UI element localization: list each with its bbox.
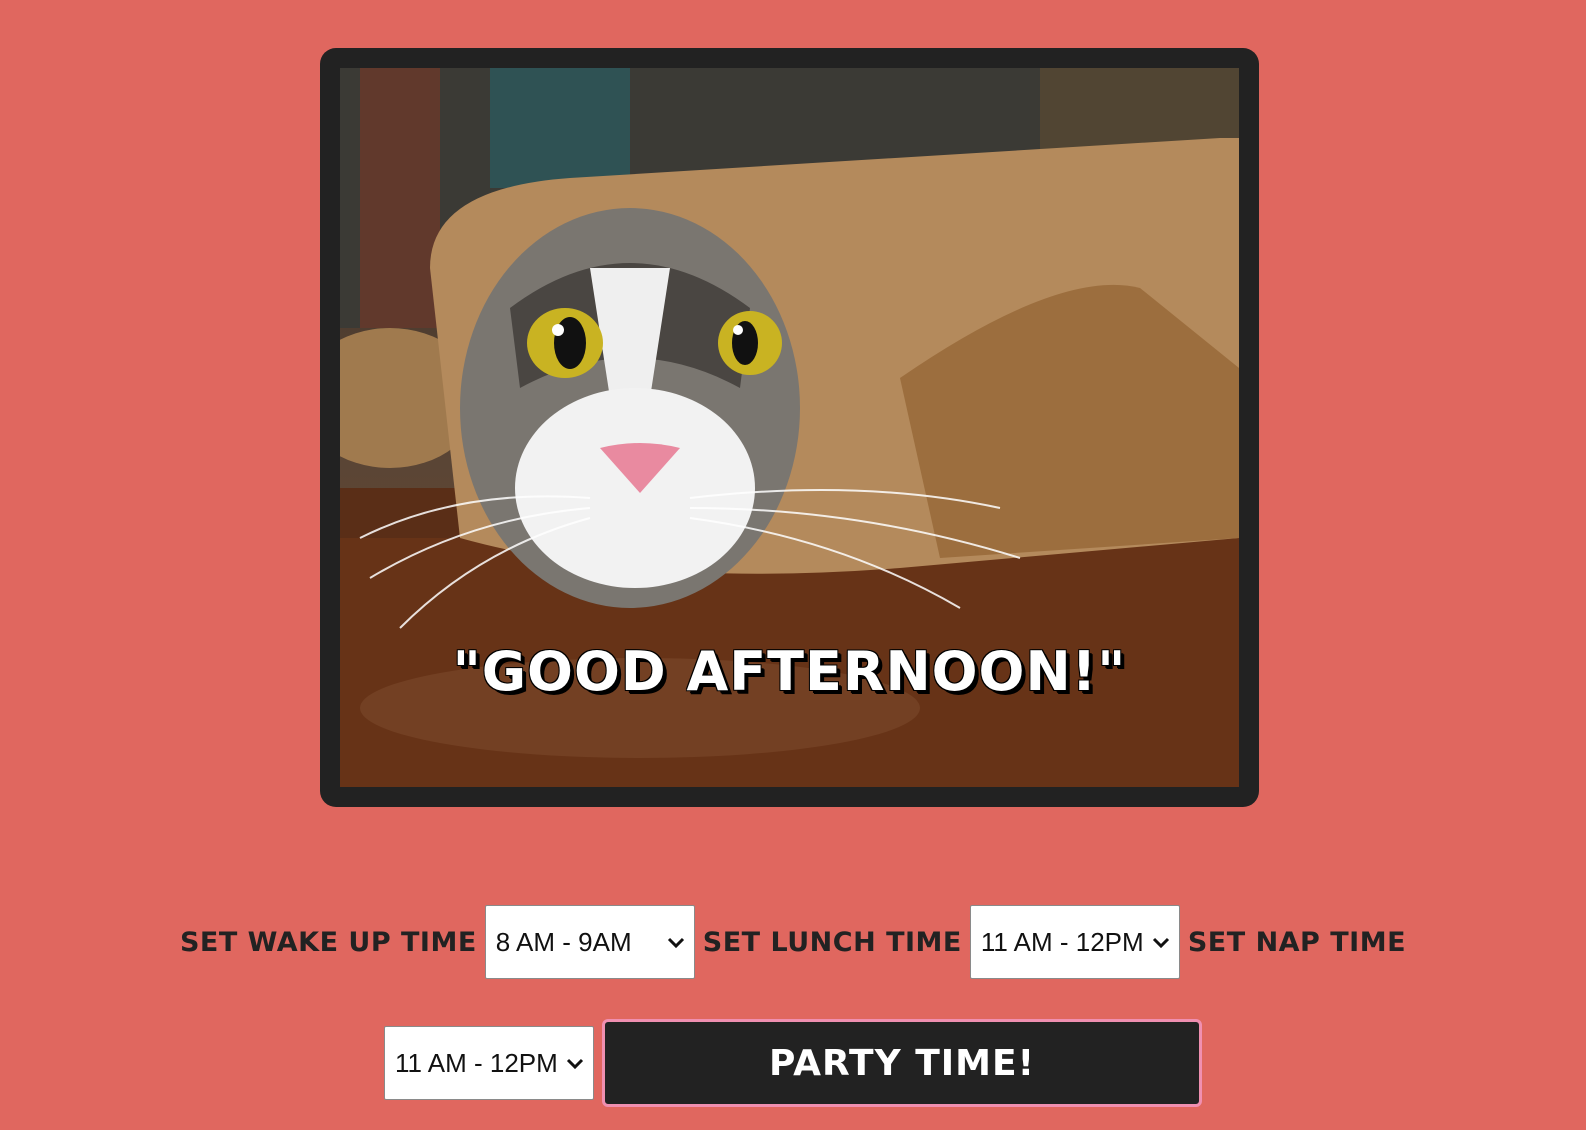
wake-time-select[interactable]: 8 AM - 9AM [484,905,695,979]
cat-photo: "GOOD AFTERNOON!" [340,68,1239,787]
schedule-controls-row-1: Set Wake Up Time 8 AM - 9AM Set Lunch Ti… [0,904,1586,980]
party-time-button[interactable]: Party Time! [602,1019,1202,1107]
lunch-time-select[interactable]: 11 AM - 12PM [969,905,1180,979]
lunch-time-value: 11 AM - 12PM [980,926,1144,957]
wake-time-value: 8 AM - 9AM [495,926,632,957]
chevron-down-icon [566,1058,584,1070]
lunch-time-label: Set Lunch Time [702,926,962,958]
nap-time-value: 11 AM - 12PM [395,1047,558,1078]
chevron-down-icon [1152,937,1169,949]
nap-time-label: Set Nap Time [1187,926,1407,958]
chevron-down-icon [667,937,684,949]
nap-time-select[interactable]: 11 AM - 12PM [384,1026,594,1100]
cat-image-frame: "GOOD AFTERNOON!" [320,48,1259,807]
greeting-caption: "GOOD AFTERNOON!" [452,640,1127,703]
schedule-controls-row-2: 11 AM - 12PM Party Time! [0,1018,1586,1108]
wake-time-label: Set Wake Up Time [179,926,477,958]
